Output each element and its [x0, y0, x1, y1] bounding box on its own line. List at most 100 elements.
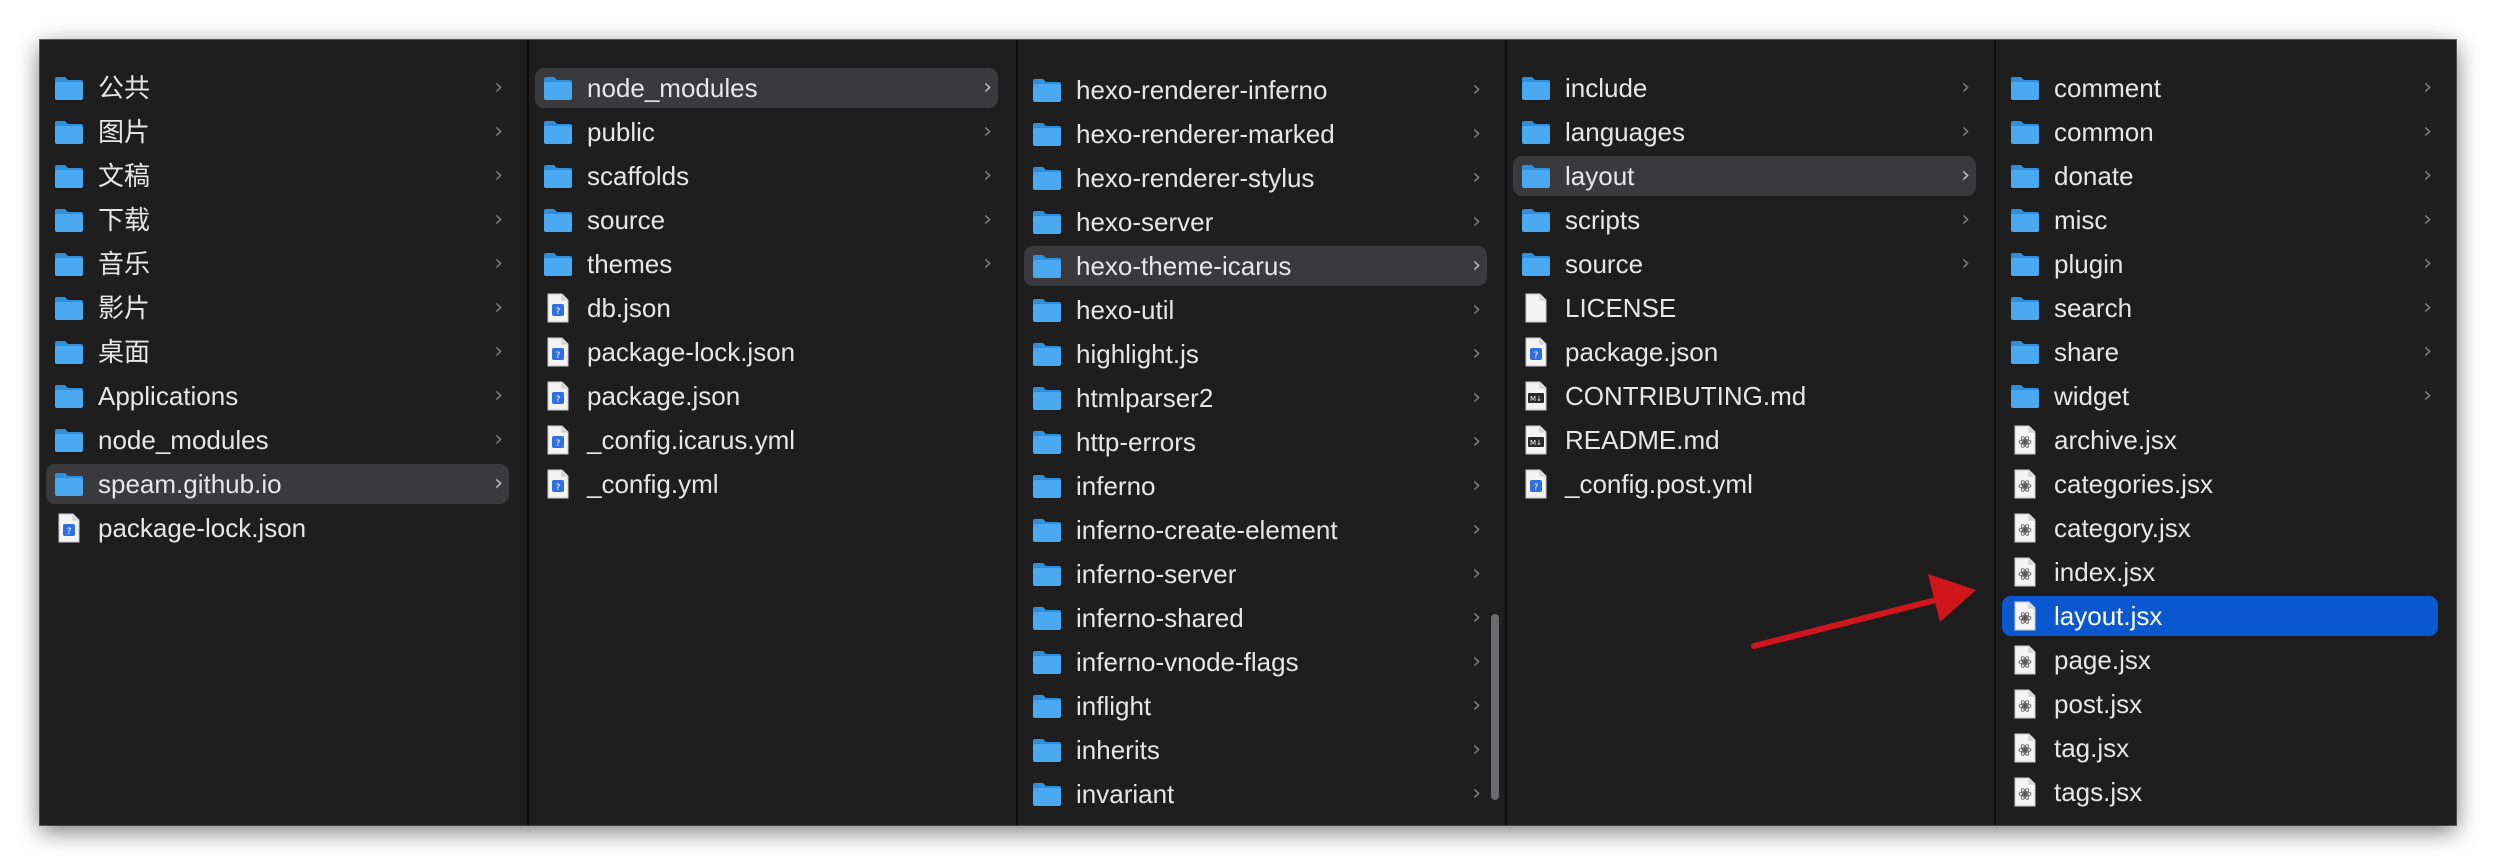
list-item[interactable]: inferno-server › [1024, 554, 1487, 594]
item-label: 影片 [98, 293, 151, 323]
chevron-right-icon: › [1472, 209, 1481, 234]
column-3[interactable]: hexo-renderer-inferno › hexo-renderer-mark… [1018, 40, 1507, 825]
list-item[interactable]: LICENSE [1513, 288, 1976, 328]
list-item[interactable]: is-binary-path › [1024, 818, 1487, 825]
column-4[interactable]: include › languages › layout › scripts › source ›… [1507, 40, 1996, 825]
list-item[interactable]: inferno-shared › [1024, 598, 1487, 638]
list-item[interactable]: http-errors › [1024, 422, 1487, 462]
list-item[interactable]: Applications › [46, 376, 509, 416]
folder-icon [1032, 693, 1062, 719]
list-item[interactable]: source › [1513, 244, 1976, 284]
list-item[interactable]: 音乐 › [46, 244, 509, 284]
list-item[interactable]: 影片 › [46, 288, 509, 328]
item-label: tags.jsx [2054, 777, 2143, 807]
chevron-right-icon: › [1961, 75, 1970, 100]
list-item[interactable]: ? package.json [1513, 332, 1976, 372]
list-item[interactable]: inferno-vnode-flags › [1024, 642, 1487, 682]
list-item[interactable]: ? package-lock.json [46, 508, 509, 548]
list-item[interactable]: ? _config.icarus.yml [535, 420, 998, 460]
item-label: 文稿 [98, 161, 151, 191]
list-item[interactable]: ? _config.post.yml [1513, 464, 1976, 504]
list-item[interactable]: ? db.json [535, 288, 998, 328]
list-item[interactable]: ? package.json [535, 376, 998, 416]
list-item[interactable]: inherits › [1024, 730, 1487, 770]
list-item[interactable]: source › [535, 200, 998, 240]
list-item[interactable]: 公共 › [46, 68, 509, 108]
list-item[interactable]: scripts › [1513, 200, 1976, 240]
list-item[interactable]: languages › [1513, 112, 1976, 152]
list-item[interactable]: inferno-create-element › [1024, 510, 1487, 550]
item-label: layout.jsx [2054, 601, 2163, 631]
list-item[interactable]: categories.jsx [2002, 464, 2438, 504]
list-item[interactable]: tags.jsx [2002, 772, 2438, 812]
list-item[interactable]: include › [1513, 68, 1976, 108]
column-2[interactable]: node_modules › public › scaffolds › source › the… [529, 40, 1018, 825]
folder-icon [543, 119, 573, 145]
column-5[interactable]: comment › common › donate › misc › plugin › search… [1996, 40, 2456, 825]
chevron-right-icon: › [494, 383, 503, 408]
list-item[interactable]: share › [2002, 332, 2438, 372]
list-item[interactable]: hexo-theme-icarus › [1024, 246, 1487, 286]
list-item[interactable]: comment › [2002, 68, 2438, 108]
list-item[interactable]: hexo-util › [1024, 290, 1487, 330]
json-file-icon: ? [546, 337, 570, 367]
list-item[interactable]: M↓ CONTRIBUTING.md [1513, 376, 1976, 416]
list-item[interactable]: scaffolds › [535, 156, 998, 196]
list-item[interactable]: themes › [535, 244, 998, 284]
folder-icon [2010, 207, 2040, 233]
list-item[interactable]: node_modules › [46, 420, 509, 460]
list-item[interactable]: page.jsx [2002, 640, 2438, 680]
svg-text:?: ? [1534, 483, 1539, 493]
list-item[interactable]: 桌面 › [46, 332, 509, 372]
list-item[interactable]: inflight › [1024, 686, 1487, 726]
list-item[interactable]: search › [2002, 288, 2438, 328]
list-item[interactable]: highlight.js › [1024, 334, 1487, 374]
folder-icon [543, 251, 573, 277]
list-item[interactable]: ? _config.yml [535, 464, 998, 504]
list-item[interactable]: 下载 › [46, 200, 509, 240]
item-label: themes [587, 249, 673, 279]
folder-icon [2010, 75, 2040, 101]
list-item[interactable]: tag.jsx [2002, 728, 2438, 768]
list-item[interactable]: plugin › [2002, 244, 2438, 284]
chevron-right-icon: › [1472, 253, 1481, 278]
list-item[interactable]: post.jsx [2002, 684, 2438, 724]
list-item[interactable]: category.jsx [2002, 508, 2438, 548]
list-item[interactable]: 图片 › [46, 112, 509, 152]
list-item[interactable]: htmlparser2 › [1024, 378, 1487, 418]
list-item[interactable]: archive.jsx [2002, 420, 2438, 460]
list-item[interactable]: speam.github.io › [46, 464, 509, 504]
list-item[interactable]: widget › [2002, 376, 2438, 416]
list-item[interactable]: hexo-server › [1024, 202, 1487, 242]
item-label: _config.yml [587, 469, 719, 499]
item-label: comment [2054, 73, 2161, 103]
chevron-right-icon: › [1472, 737, 1481, 762]
text-file-icon [1524, 293, 1548, 323]
list-item[interactable]: donate › [2002, 156, 2438, 196]
list-item[interactable]: invariant › [1024, 774, 1487, 814]
list-item[interactable]: misc › [2002, 200, 2438, 240]
vertical-scrollbar[interactable] [1491, 614, 1499, 800]
list-item[interactable]: node_modules › [535, 68, 998, 108]
list-item[interactable]: 文稿 › [46, 156, 509, 196]
folder-icon [1032, 341, 1062, 367]
list-item[interactable]: hexo-renderer-stylus › [1024, 158, 1487, 198]
folder-icon [54, 295, 84, 321]
item-label: hexo-server [1076, 207, 1214, 237]
list-item[interactable]: hexo-renderer-inferno › [1024, 70, 1487, 110]
list-item[interactable]: ? package-lock.json [535, 332, 998, 372]
list-item[interactable]: layout › [1513, 156, 1976, 196]
list-item[interactable]: index.jsx [2002, 552, 2438, 592]
column-1[interactable]: 公共 › 图片 › 文稿 › 下载 › 音乐 › 影片 › 桌面 › Applications › node_m… [40, 40, 529, 825]
list-item[interactable]: M↓ README.md [1513, 420, 1976, 460]
item-label: hexo-renderer-inferno [1076, 75, 1328, 105]
item-label: inferno-shared [1076, 603, 1244, 633]
list-item[interactable]: common › [2002, 112, 2438, 152]
list-item[interactable]: public › [535, 112, 998, 152]
list-item[interactable]: hexo-renderer-marked › [1024, 114, 1487, 154]
list-item[interactable]: layout.jsx [2002, 596, 2438, 636]
chevron-right-icon: › [1961, 119, 1970, 144]
item-label: 图片 [98, 117, 151, 147]
item-label: README.md [1565, 425, 1720, 455]
list-item[interactable]: inferno › [1024, 466, 1487, 506]
